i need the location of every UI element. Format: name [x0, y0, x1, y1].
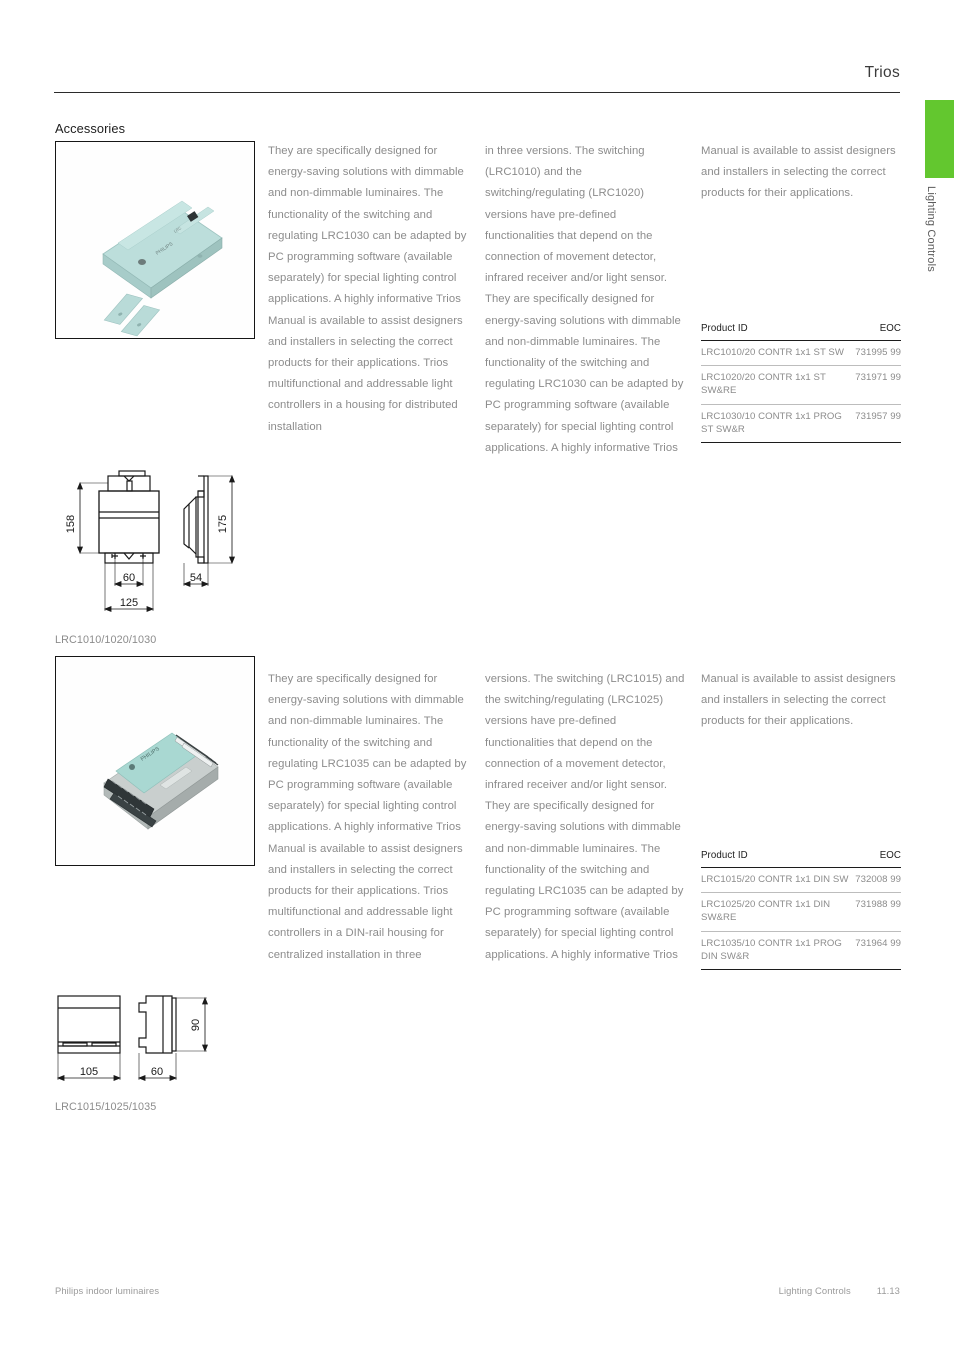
- product-photo-lrc1010: PHILIPS LRC: [55, 141, 255, 339]
- column-header-product-id: Product ID: [701, 323, 852, 341]
- cell-product-id: LRC1030/10 CONTR 1x1 PROG ST SW&R: [701, 404, 852, 444]
- dim-90: 90: [190, 1019, 202, 1031]
- section-heading-accessories: Accessories: [55, 121, 126, 136]
- cell-eoc: 731964 99: [851, 931, 901, 971]
- footer-page-number: 11.13: [876, 1285, 900, 1296]
- section-1-column-1: They are specifically designed for energ…: [268, 145, 467, 433]
- cell-eoc: 731957 99: [851, 404, 901, 444]
- footer-section-name: Lighting Controls: [778, 1285, 851, 1296]
- document-page: Trios Lighting Controls Accessories PHIL…: [0, 0, 954, 1350]
- controller-illustration-1: PHILIPS LRC: [56, 142, 254, 338]
- cell-eoc: 731971 99: [851, 365, 901, 405]
- column-header-eoc: EOC: [851, 850, 901, 868]
- header-divider: [54, 92, 900, 93]
- cell-eoc: 731995 99: [851, 340, 901, 367]
- dim-54: 54: [190, 572, 202, 584]
- section-1-column-2: in three versions. The switching (LRC101…: [485, 145, 684, 454]
- dim-158: 158: [65, 515, 77, 533]
- product-table-2: Product ID EOC LRC1015/20 CONTR 1x1 DIN …: [701, 850, 901, 971]
- technical-drawing-lrc1010: 158 175 60 125 54: [50, 462, 260, 622]
- table-row: LRC1030/10 CONTR 1x1 PROG ST SW&R 731957…: [701, 404, 901, 444]
- table-row: LRC1010/20 CONTR 1x1 ST SW 731995 99: [701, 340, 901, 367]
- dim-60: 60: [151, 1066, 163, 1078]
- section-2-column-2: versions. The switching (LRC1015) and th…: [485, 673, 685, 961]
- drawing-caption-1: LRC1010/1020/1030: [55, 634, 157, 646]
- product-photo-image-2: PHILIPS: [56, 657, 254, 865]
- cell-product-id: LRC1020/20 CONTR 1x1 ST SW&RE: [701, 365, 852, 405]
- chapter-tab-marker: [925, 100, 954, 178]
- column-header-product-id: Product ID: [701, 850, 852, 868]
- cell-product-id: LRC1035/10 CONTR 1x1 PROG DIN SW&R: [701, 931, 852, 971]
- footer-publisher: Philips indoor luminaires: [55, 1285, 160, 1296]
- cell-product-id: LRC1010/20 CONTR 1x1 ST SW: [701, 340, 852, 367]
- dim-60: 60: [123, 572, 135, 584]
- dim-105: 105: [80, 1066, 98, 1078]
- technical-drawing-lrc1015: 90 105 60: [50, 988, 270, 1098]
- cell-eoc: 731988 99: [851, 892, 901, 932]
- cell-product-id: LRC1025/20 CONTR 1x1 DIN SW&RE: [701, 892, 852, 932]
- column-header-eoc: EOC: [851, 323, 901, 341]
- product-table-1: Product ID EOC LRC1010/20 CONTR 1x1 ST S…: [701, 323, 901, 444]
- section-2-column-3: Manual is available to assist designers …: [701, 673, 896, 728]
- product-photo-lrc1015: PHILIPS: [55, 656, 255, 866]
- drawing-caption-2: LRC1015/1025/1035: [55, 1101, 157, 1113]
- section-2-column-1: They are specifically designed for energ…: [268, 673, 467, 961]
- product-photo-image-1: PHILIPS LRC: [56, 142, 254, 338]
- section-1-column-3: Manual is available to assist designers …: [701, 145, 896, 200]
- footer-right: Lighting Controls 11.13: [779, 1285, 900, 1296]
- table-row: LRC1025/20 CONTR 1x1 DIN SW&RE 731988 99: [701, 892, 901, 932]
- controller-illustration-2: PHILIPS: [56, 657, 254, 865]
- table-row: LRC1015/20 CONTR 1x1 DIN SW 732008 99: [701, 867, 901, 894]
- page-header: Trios: [54, 64, 900, 82]
- table-row: LRC1035/10 CONTR 1x1 PROG DIN SW&R 73196…: [701, 931, 901, 971]
- chapter-tab-label: Lighting Controls: [925, 186, 937, 272]
- table-row: LRC1020/20 CONTR 1x1 ST SW&RE 731971 99: [701, 365, 901, 405]
- dim-125: 125: [120, 597, 138, 609]
- dim-175: 175: [217, 515, 229, 533]
- table-header-row: Product ID EOC: [701, 323, 901, 341]
- page-title: Trios: [864, 64, 900, 81]
- cell-eoc: 732008 99: [851, 867, 901, 894]
- cell-product-id: LRC1015/20 CONTR 1x1 DIN SW: [701, 867, 852, 894]
- table-header-row: Product ID EOC: [701, 850, 901, 868]
